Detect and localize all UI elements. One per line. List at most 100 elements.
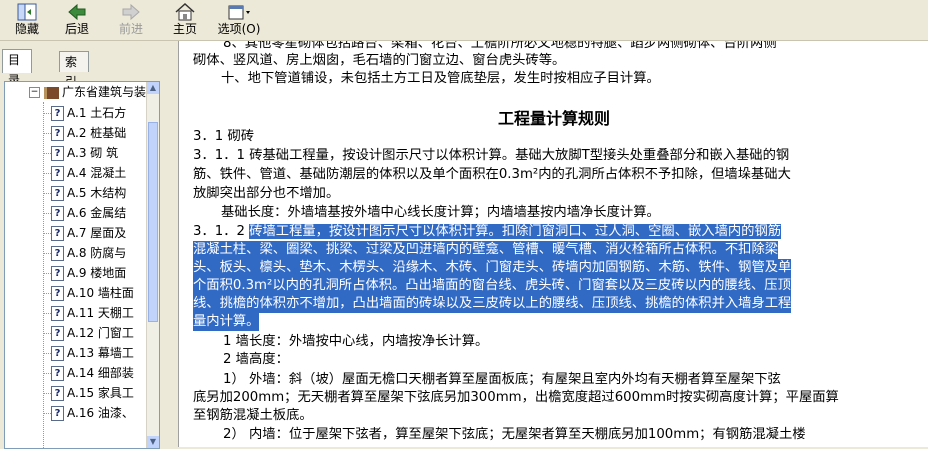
options-icon <box>228 5 250 20</box>
tree-item-label: A.5 木结构 <box>67 186 127 200</box>
text-line: 至钢筋混凝土板底。 <box>193 408 313 423</box>
tree-item-label: A.1 土石方 <box>67 106 127 120</box>
text-line: 十、地下管道铺设，未包括土方工日及管底垫层，发生时按相应子目计算。 <box>221 71 660 86</box>
forward-label: 前进 <box>118 22 143 36</box>
hide-button[interactable]: 隐藏 <box>2 2 52 38</box>
tree-item-label: A.15 家具工 <box>67 386 134 400</box>
tree-item[interactable]: ? A.11 天棚工 <box>43 304 134 322</box>
selected-paragraph-first-line: 3．1．2 砖墙工程量，按设计图示尺寸以体积计算。扣除门窗洞口、过人洞、空圈、嵌… <box>193 223 782 241</box>
text-line: 3．1 砌砖 <box>193 129 255 144</box>
selected-text: 量内计算。 <box>193 313 260 331</box>
home-button[interactable]: 主页 <box>160 2 210 38</box>
help-topic-icon: ? <box>51 306 64 321</box>
tree-scrollbar[interactable]: ▲ ▼ <box>146 82 159 448</box>
tree-item-label: A.2 桩基础 <box>67 126 127 140</box>
help-topic-icon: ? <box>51 206 64 221</box>
text-line: 2 墙高度： <box>223 352 289 367</box>
selected-text: 头、板头、檩头、垫木、木楞头、沿缘木、木砖、门窗走头、砖墙内加固钢筋、木筋、铁件… <box>193 259 792 277</box>
options-label: 选项(O) <box>217 22 261 36</box>
help-topic-icon: ? <box>51 386 64 401</box>
content-pane: 8、其他零星砌体包括路台、梁箱、花台、土檐阶所必父地稳的特腿、蹈步两侧砌体、台阶… <box>178 41 928 447</box>
tree-item-label: A.8 防腐与 <box>67 246 127 260</box>
tree-item[interactable]: ? A.8 防腐与 <box>43 244 127 262</box>
tree-item-label: A.9 楼地面 <box>67 266 127 280</box>
pane-splitter[interactable] <box>162 41 178 447</box>
collapse-icon[interactable]: − <box>29 87 40 98</box>
tree-item[interactable]: ? A.9 楼地面 <box>43 264 127 282</box>
help-topic-icon: ? <box>51 166 64 181</box>
text-line: 1） 外墙：斜（坡）屋面无檐口天棚者算至屋面板底；有屋架且室内外均有天棚者算至屋… <box>223 372 781 387</box>
text-line: 2） 内墙：位于屋架下弦者，算至屋架下弦底；无屋架者算至天棚底另加100mm；有… <box>223 427 806 442</box>
book-open-icon <box>44 86 59 99</box>
back-button[interactable]: 后退 <box>52 2 102 38</box>
help-topic-icon: ? <box>51 126 64 141</box>
tree-item[interactable]: ? A.16 油漆、 <box>43 404 134 422</box>
tree-item[interactable]: ? A.15 家具工 <box>43 384 134 402</box>
scroll-up-icon[interactable]: ▲ <box>147 82 159 94</box>
text-line: 3．1．1 砖基础工程量，按设计图示尺寸以体积计算。基础大放脚T型接头处重叠部分… <box>193 148 790 163</box>
help-topic-icon: ? <box>51 286 64 301</box>
tab-contents[interactable]: 目录(C) <box>2 49 32 107</box>
text-line: 底另加200mm；无天棚者算至屋架下弦底另加300mm，出檐宽度超过600mm时… <box>193 390 839 405</box>
tree-item[interactable]: ? A.7 屋面及 <box>43 224 127 242</box>
tree-item-label: A.12 门窗工 <box>67 326 134 340</box>
hide-icon <box>17 3 37 21</box>
tree-item[interactable]: ? A.3 砌 筑 <box>43 144 119 162</box>
forward-button[interactable]: 前进 <box>106 2 156 38</box>
selected-text: 线、挑檐的体积亦不增加，凸出墙面的砖垛以及三皮砖以上的腰线、压顶线、挑檐的体积并… <box>193 295 792 313</box>
toolbar: 隐藏 后退 前进 主页 选项(O) <box>0 0 928 41</box>
text-line: 筋、铁件、管道、基础防潮层的体积以及单个面积在0.3m²内的孔洞所占体积不予扣除… <box>193 167 791 182</box>
help-topic-icon: ? <box>51 186 64 201</box>
hide-label: 隐藏 <box>14 22 39 36</box>
tree-item-label: A.13 幕墙工 <box>67 346 134 360</box>
tree-item[interactable]: ? A.2 桩基础 <box>43 124 127 142</box>
tree-item[interactable]: ? A.13 幕墙工 <box>43 344 134 362</box>
tree-item-label: A.11 天棚工 <box>67 306 134 320</box>
tree-item[interactable]: ? A.10 墙柱面 <box>43 284 134 302</box>
help-topic-icon: ? <box>51 106 64 121</box>
tree-root-label: 广东省建筑与装 <box>62 85 147 99</box>
tree-item[interactable]: ? A.12 门窗工 <box>43 324 134 342</box>
home-label: 主页 <box>172 22 197 36</box>
tree-item-label: A.6 金属结 <box>67 206 127 220</box>
forward-arrow-icon <box>122 3 140 21</box>
contents-tree: − 广东省建筑与装 ? A.1 土石方 ? A.2 桩基础 ? A.3 砌 筑 ? A.4… <box>4 81 160 449</box>
tree-root[interactable]: − 广东省建筑与装 <box>29 84 146 100</box>
scroll-down-icon[interactable]: ▼ <box>147 436 159 448</box>
section-title: 工程量计算规则 <box>497 109 610 128</box>
selected-text: 混凝土柱、梁、圈梁、挑梁、过梁及凹进墙内的壁龛、管槽、暖气槽、消火栓箱所占体积。… <box>193 241 779 259</box>
tab-index[interactable]: 索引(N) <box>59 51 90 109</box>
tree-item[interactable]: ? A.6 金属结 <box>43 204 127 222</box>
text-line: 1 墙长度：外墙按中心线，内墙按净长计算。 <box>223 334 489 349</box>
tree-item-label: A.4 混凝土 <box>67 166 127 180</box>
help-topic-icon: ? <box>51 246 64 261</box>
tree-item[interactable]: ? A.5 木结构 <box>43 184 127 202</box>
tree-item-label: A.7 屋面及 <box>67 226 127 240</box>
text-line: 基础长度：外墙墙基按外墙中心线长度计算；内墙墙基按内墙净长度计算。 <box>221 205 660 220</box>
scroll-thumb[interactable] <box>148 122 158 322</box>
help-topic-icon: ? <box>51 266 64 281</box>
text-line: 砌体、竖风道、房上烟囱，毛石墙的门窗立边、窗台虎头砖等。 <box>193 53 566 68</box>
tree-item-label: A.3 砌 筑 <box>67 146 119 160</box>
tree-item-label: A.10 墙柱面 <box>67 286 134 300</box>
home-icon <box>175 2 195 21</box>
back-arrow-icon <box>68 3 86 21</box>
tree-item-label: A.14 细部装 <box>67 366 134 380</box>
selected-text: 个面积0.3m²以内的孔洞所占体积。凸出墙面的窗台线、虎头砖、门窗套以及三皮砖以… <box>193 277 791 295</box>
help-topic-icon: ? <box>51 406 64 421</box>
tree-viewport: − 广东省建筑与装 ? A.1 土石方 ? A.2 桩基础 ? A.3 砌 筑 ? A.4… <box>5 82 147 448</box>
back-label: 后退 <box>64 22 89 36</box>
tree-item[interactable]: ? A.1 土石方 <box>43 104 127 122</box>
selected-text: 砖墙工程量，按设计图示尺寸以体积计算。扣除门窗洞口、过人洞、空圈、嵌入墙内的钢筋 <box>249 224 782 239</box>
options-button[interactable]: 选项(O) <box>214 2 264 38</box>
tree-item[interactable]: ? A.14 细部装 <box>43 364 134 382</box>
help-topic-icon: ? <box>51 366 64 381</box>
clause-number: 3．1．2 <box>193 224 250 239</box>
text-line: 放脚突出部分也不增加。 <box>193 186 340 201</box>
help-topic-icon: ? <box>51 146 64 161</box>
help-topic-icon: ? <box>51 326 64 341</box>
sidebar: 目录(C) 索引(N) −广东省建筑与装 ?A.1 土石方 ?A.2 桩基础 ?… <box>0 41 162 449</box>
tree-item[interactable]: ? A.4 混凝土 <box>43 164 127 182</box>
help-topic-icon: ? <box>51 226 64 241</box>
help-topic-icon: ? <box>51 346 64 361</box>
